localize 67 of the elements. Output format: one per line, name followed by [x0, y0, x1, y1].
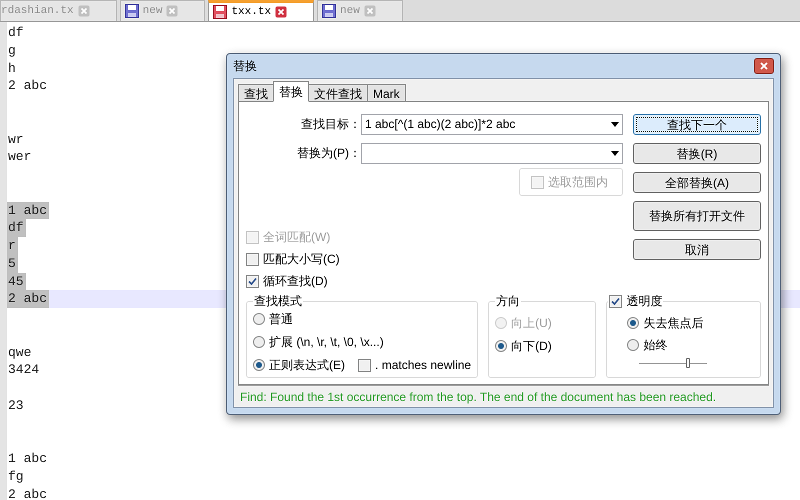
dialog-tab[interactable]: 查找	[238, 84, 274, 102]
tab-label: new	[142, 4, 162, 19]
find-what-combo[interactable]: 1 abc[^(1 abc)(2 abc)]*2 abc	[361, 114, 624, 134]
code-line: 3424	[7, 361, 40, 379]
code-line: fg	[7, 468, 25, 486]
field-label: 查找目标：	[300, 116, 361, 133]
dialog-button[interactable]: 替换所有打开文件	[633, 201, 761, 231]
slider-thumb[interactable]	[686, 358, 690, 368]
dropdown-arrow-icon	[611, 150, 620, 156]
checkbox-label: 匹配大小写(C)	[263, 251, 340, 268]
code-line: h	[7, 60, 17, 78]
code-line: 23	[7, 396, 25, 414]
dialog-title: 替换	[233, 58, 257, 75]
tab-label: new	[340, 4, 360, 19]
close-button[interactable]	[754, 58, 774, 74]
radio-label: 向下(D)	[511, 338, 552, 355]
close-icon	[760, 62, 768, 70]
radio-label: 普通	[269, 311, 293, 328]
radio-label: 失去焦点后	[643, 315, 704, 332]
dialog-button[interactable]: 查找下一个	[633, 114, 761, 135]
radio-button[interactable]	[253, 313, 265, 325]
dialog-tab[interactable]: 文件查找	[308, 84, 368, 102]
radio-button[interactable]	[495, 340, 508, 352]
radio-label: 向上(U)	[511, 315, 552, 332]
code-line: 2 abc	[7, 486, 48, 500]
status-message: Find: Found the 1st occurrence from the top. The end of the document has been reached.	[240, 388, 716, 406]
radio-label: 扩展 (\n, \r, \t, \0, \x...)	[269, 334, 384, 351]
code-line: wr	[7, 130, 25, 148]
checkbox[interactable]	[609, 294, 622, 308]
checkmark-icon	[248, 276, 257, 286]
dialog-button[interactable]: 全部替换(A)	[633, 172, 761, 193]
dialog-tab[interactable]: 替换	[273, 81, 309, 102]
group-title: 查找模式	[253, 293, 303, 310]
radio-label: 正则表达式(E)	[269, 357, 345, 374]
checkbox[interactable]	[246, 274, 259, 288]
checkmark-icon	[611, 296, 620, 306]
checkbox[interactable]	[358, 358, 372, 372]
radio-label: 始终	[643, 337, 668, 354]
checkbox-label: 透明度	[626, 293, 662, 310]
replace-with-combo[interactable]	[361, 142, 624, 164]
code-line: wer	[7, 148, 32, 166]
radio-button[interactable]	[627, 317, 640, 329]
checkbox-label: 循环查找(D)	[263, 273, 328, 290]
group-title: 方向	[495, 293, 522, 310]
dialog-button[interactable]: 替换(R)	[633, 143, 761, 164]
checkbox[interactable]	[246, 252, 259, 266]
opacity-slider[interactable]	[639, 358, 708, 368]
find-what-value: 1 abc[^(1 abc)(2 abc)]*2 abc	[365, 116, 516, 133]
code-line: 1 abc	[7, 450, 48, 468]
radio-button[interactable]	[627, 339, 640, 351]
code-line: g	[7, 42, 17, 60]
file-tab[interactable]: txx.tx	[208, 0, 314, 21]
field-label: 替换为(P)：	[296, 145, 361, 162]
checkbox-label: 选取范围内	[548, 174, 608, 191]
close-icon[interactable]	[275, 6, 288, 18]
tab-label: rdashian.tx	[1, 4, 74, 19]
dialog-button[interactable]: 取消	[633, 239, 761, 260]
dropdown-arrow-icon	[611, 122, 620, 126]
tab-label: txx.tx	[231, 4, 272, 20]
dialog-tab[interactable]: Mark	[367, 84, 406, 102]
code-line: 2 abc	[7, 77, 48, 95]
radio-button[interactable]	[253, 336, 265, 348]
radio-button[interactable]	[253, 359, 265, 371]
checkbox-label: 全词匹配(W)	[263, 229, 330, 246]
code-line: df	[7, 24, 25, 42]
code-line: qwe	[7, 344, 32, 362]
checkbox-label: . matches newline	[375, 357, 472, 374]
